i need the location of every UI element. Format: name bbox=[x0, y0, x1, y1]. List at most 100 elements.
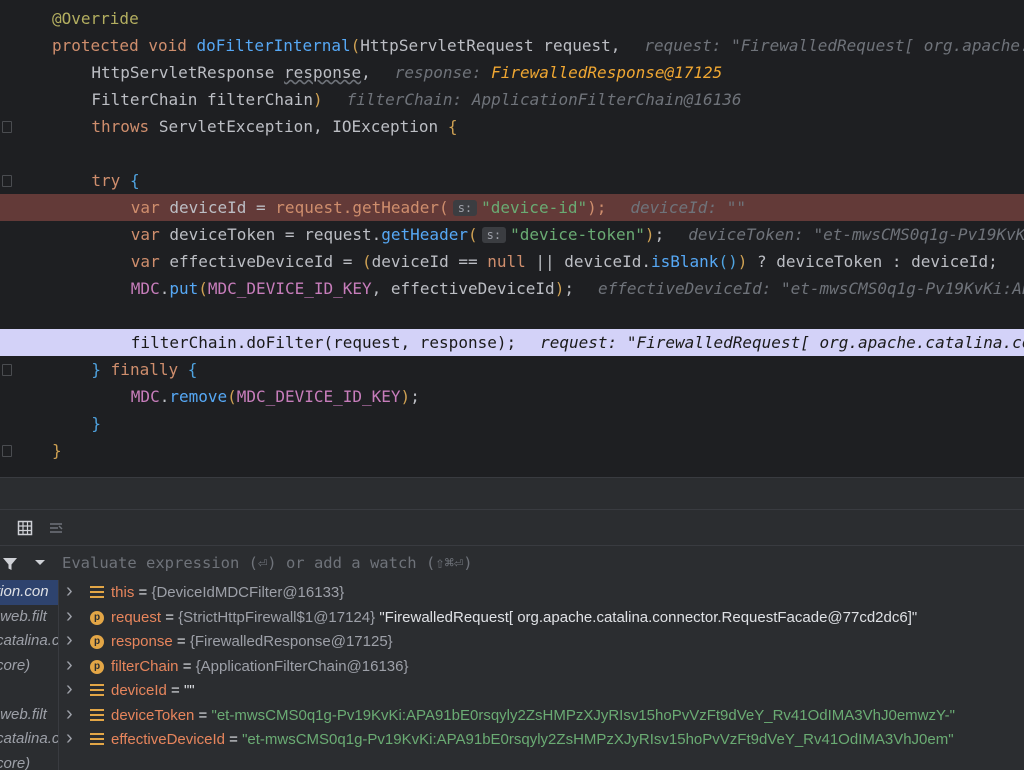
code-token: ServletException, IOException bbox=[149, 117, 448, 136]
code-token: MDC bbox=[130, 387, 160, 406]
stack-frame-item[interactable] bbox=[0, 678, 58, 703]
stack-frame-item[interactable]: tion.con bbox=[0, 580, 58, 605]
code-token: { bbox=[129, 171, 140, 190]
inline-debug-label: request: bbox=[540, 333, 618, 352]
field-icon bbox=[90, 684, 104, 697]
table-view-icon[interactable] bbox=[17, 520, 33, 536]
variable-text: deviceToken = "et-mwsCMS0q1g-Pv19KvKi:AP… bbox=[111, 704, 955, 729]
frames-panel: tion.con.web.filtcatalina.ccore).web.fil… bbox=[0, 580, 59, 770]
code-line[interactable]: @Override bbox=[0, 5, 1024, 32]
variable-row[interactable]: › this = {DeviceIdMDCFilter@16133} bbox=[59, 580, 1024, 606]
code-line[interactable]: var deviceToken = request.getHeader(s: "d… bbox=[0, 221, 1024, 248]
code-token: ); bbox=[587, 198, 607, 217]
code-line[interactable]: } bbox=[0, 410, 1024, 437]
code-token: throws bbox=[91, 117, 150, 136]
current-execution-line[interactable]: filterChain.doFilter(request, response);… bbox=[0, 329, 1024, 356]
variable-text: effectiveDeviceId = "et-mwsCMS0q1g-Pv19K… bbox=[111, 728, 954, 753]
code-token: } bbox=[91, 360, 102, 379]
code-line[interactable]: } bbox=[0, 437, 1024, 464]
stack-frame-item[interactable]: core) bbox=[0, 654, 58, 679]
inline-debug-text: FirewalledResponse@17125 bbox=[491, 63, 723, 82]
variable-name: request bbox=[111, 608, 162, 626]
code-token: } bbox=[52, 441, 62, 460]
code-line[interactable]: throws ServletException, IOException { bbox=[0, 113, 1024, 140]
chevron-right-icon[interactable]: › bbox=[66, 580, 73, 604]
variable-row[interactable]: › p response = {FirewalledResponse@17125} bbox=[59, 628, 1024, 655]
code-token: . bbox=[159, 279, 170, 298]
layout-settings-icon[interactable] bbox=[48, 520, 64, 536]
parameter-icon: p bbox=[90, 610, 104, 625]
variable-row[interactable]: › p filterChain = {ApplicationFilterChain@… bbox=[59, 653, 1024, 680]
code-line[interactable]: protected void doFilterInternal(HttpServ… bbox=[0, 32, 1024, 59]
panel-splitter[interactable] bbox=[0, 477, 1024, 510]
code-token: ) bbox=[554, 279, 565, 298]
chevron-right-icon[interactable]: › bbox=[66, 604, 73, 629]
code-editor[interactable]: @Override protected void doFilterInternal… bbox=[0, 0, 1024, 477]
variables-panel: › this = {DeviceIdMDCFilter@16133} › p reque… bbox=[59, 580, 1024, 770]
variable-row[interactable]: › deviceId = "" bbox=[59, 677, 1024, 704]
stack-frame-item[interactable]: .web.filt bbox=[0, 703, 58, 728]
variable-text: request = {StrictHttpFirewall$1@17124} "… bbox=[111, 606, 917, 631]
evaluate-expression-input[interactable] bbox=[60, 549, 1004, 577]
stack-frame-item[interactable]: core) bbox=[0, 752, 58, 770]
stack-frame-item[interactable]: catalina.c bbox=[0, 727, 58, 752]
breakpoint-line[interactable]: var deviceId = request.getHeader(s: "devi… bbox=[0, 194, 1024, 221]
equals-sign: = bbox=[178, 657, 196, 675]
code-line[interactable]: FilterChain filterChain) filterChain: App… bbox=[0, 86, 1024, 113]
inline-debug-text: "FirewalledRequest[ org.apache.catalina.… bbox=[731, 36, 1024, 55]
code-token: || deviceId. bbox=[525, 252, 651, 271]
inline-debug-value: effectiveDeviceId: "et-mwsCMS0q1g-Pv19Kv… bbox=[598, 279, 1024, 298]
chevron-right-icon[interactable]: › bbox=[66, 726, 73, 751]
variable-value: "et-mwsCMS0q1g-Pv19KvKi:APA91bE0rsqyly2Z… bbox=[242, 731, 954, 748]
code-token: ( bbox=[350, 36, 361, 55]
code-token: void bbox=[148, 36, 187, 55]
variable-text: filterChain = {ApplicationFilterChain@16… bbox=[111, 655, 409, 680]
code-line[interactable]: try { bbox=[0, 167, 1024, 194]
code-token: { bbox=[447, 117, 458, 136]
code-line[interactable]: var effectiveDeviceId = (deviceId == nul… bbox=[0, 248, 1024, 275]
inline-debug-text: "FirewalledRequest[ org.apache.catalina.… bbox=[626, 333, 1024, 352]
code-line[interactable]: MDC.put(MDC_DEVICE_ID_KEY, effectiveDevi… bbox=[0, 275, 1024, 302]
inline-debug-text: "et-mwsCMS0q1g-Pv19KvKi:APA91bE0rsqyly2Z… bbox=[813, 225, 1024, 244]
chevron-right-icon[interactable]: › bbox=[66, 677, 73, 702]
variable-name: effectiveDeviceId bbox=[111, 731, 225, 748]
variable-name: deviceId bbox=[111, 682, 167, 699]
variable-row[interactable]: › deviceToken = "et-mwsCMS0q1g-Pv19KvKi:A… bbox=[59, 702, 1024, 729]
stack-frame-item[interactable]: .web.filt bbox=[0, 605, 58, 630]
code-token: isBlank bbox=[651, 252, 719, 271]
equals-sign: = bbox=[172, 633, 190, 650]
code-token: deviceId = bbox=[159, 198, 276, 217]
equals-sign: = bbox=[194, 706, 212, 724]
code-token: try bbox=[91, 171, 121, 190]
field-icon bbox=[90, 586, 104, 599]
chevron-right-icon[interactable]: › bbox=[66, 702, 73, 727]
variable-row[interactable]: › effectiveDeviceId = "et-mwsCMS0q1g-Pv19… bbox=[59, 726, 1024, 753]
code-line[interactable] bbox=[0, 302, 1024, 329]
chevron-down-icon[interactable] bbox=[34, 559, 46, 567]
code-token: filterChain.doFilter(request, response); bbox=[130, 333, 517, 352]
code-line[interactable]: HttpServletResponse response, response: F… bbox=[0, 59, 1024, 86]
filter-icon[interactable] bbox=[2, 556, 18, 572]
code-token: ( bbox=[227, 387, 237, 406]
field-icon bbox=[90, 708, 104, 722]
code-token: ; bbox=[654, 225, 665, 244]
debugger-toolbar bbox=[0, 509, 1024, 546]
code-token: finally bbox=[110, 360, 179, 379]
variable-type-id: {DeviceIdMDCFilter@16133} bbox=[151, 584, 345, 601]
code-token: effectiveDeviceId = bbox=[159, 252, 362, 271]
code-token: doFilterInternal bbox=[196, 36, 351, 55]
variable-value: "FirewalledRequest[ org.apache.catalina.… bbox=[379, 608, 918, 626]
stack-frame-item[interactable]: catalina.c bbox=[0, 629, 58, 654]
chevron-right-icon[interactable]: › bbox=[66, 628, 73, 653]
code-line[interactable]: MDC.remove(MDC_DEVICE_ID_KEY); bbox=[0, 383, 1024, 410]
code-line[interactable]: } finally { bbox=[0, 356, 1024, 383]
variable-text: deviceId = "" bbox=[111, 679, 195, 704]
chevron-right-icon[interactable]: › bbox=[66, 653, 73, 678]
code-line[interactable] bbox=[0, 140, 1024, 167]
equals-sign: = bbox=[161, 608, 179, 626]
variable-row[interactable]: › p request = {StrictHttpFirewall$1@17124}… bbox=[59, 604, 1024, 631]
variable-text: this = {DeviceIdMDCFilter@16133} bbox=[111, 581, 344, 606]
code-token: @Override bbox=[52, 9, 139, 28]
